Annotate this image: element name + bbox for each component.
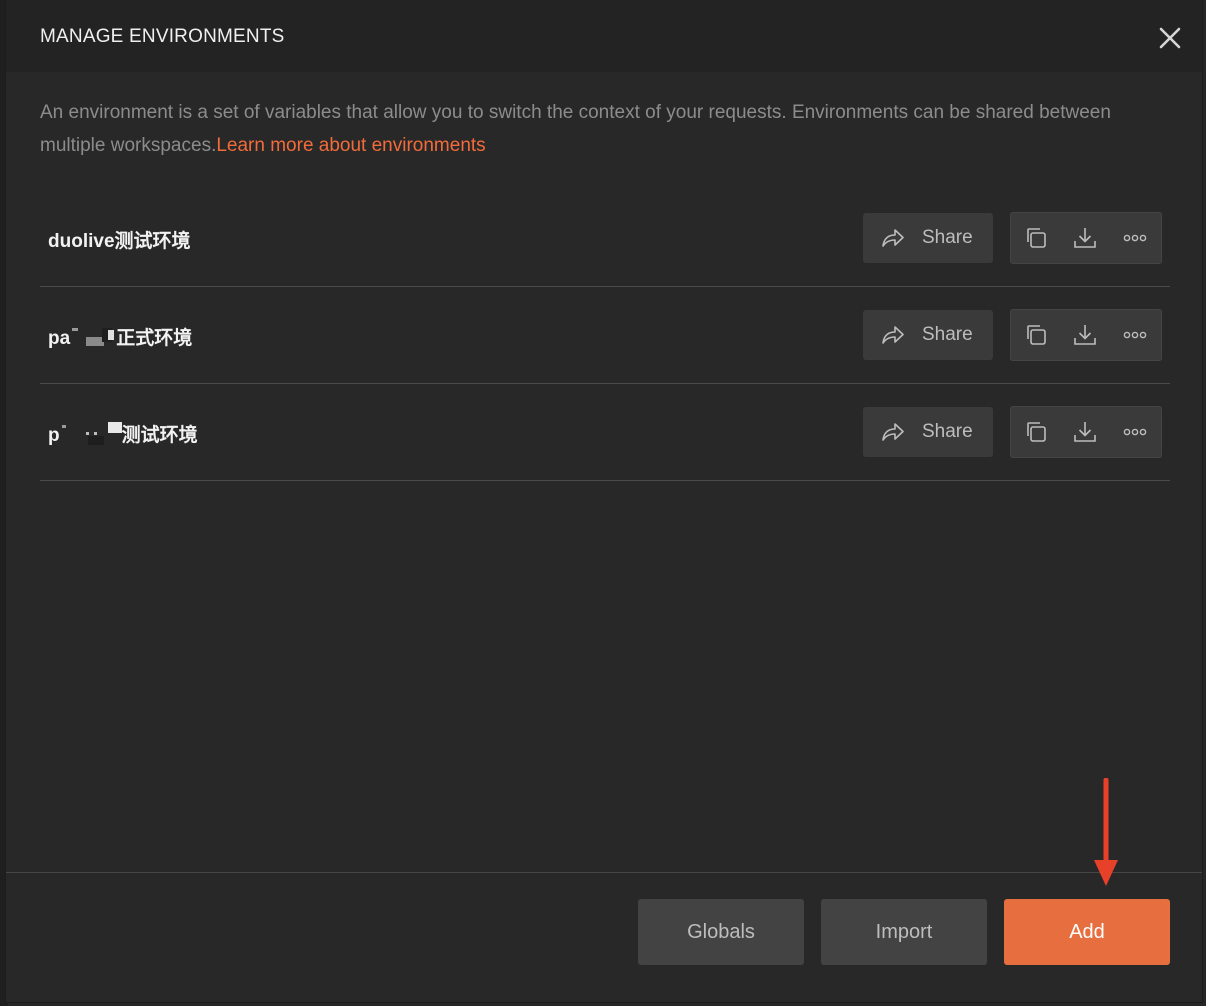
share-icon [880,225,906,251]
environment-actions [1010,309,1162,361]
environment-actions [1010,406,1162,458]
environment-list: duolive测试环境 Share pa 正式环境 Share p 测试环境 S… [40,190,1170,481]
share-icon [880,322,906,348]
more-icon[interactable] [1122,322,1148,348]
share-label: Share [922,227,973,248]
copy-icon[interactable] [1023,322,1049,348]
modal-header: MANAGE ENVIRONMENTS [6,0,1202,72]
footer-divider [6,872,1202,873]
more-icon[interactable] [1122,225,1148,251]
globals-button[interactable]: Globals [638,899,804,965]
manage-environments-modal: MANAGE ENVIRONMENTS An environment is a … [6,0,1202,1002]
environment-name[interactable]: p 测试环境 [48,420,198,452]
description-body: An environment is a set of variables tha… [40,102,1111,156]
environment-name-suffix: 测试环境 [121,425,198,447]
import-button[interactable]: Import [821,899,987,965]
environment-name-suffix: 正式环境 [116,328,193,349]
download-icon[interactable] [1072,225,1098,251]
download-icon[interactable] [1072,322,1098,348]
redacted-text [60,420,122,452]
modal-title: MANAGE ENVIRONMENTS [40,26,285,47]
download-icon[interactable] [1072,419,1098,445]
environment-name-text: duolive测试环境 [48,231,191,252]
environment-actions [1010,212,1162,264]
environment-row: pa 正式环境 Share [40,287,1170,384]
environment-name-prefix: pa [48,328,71,349]
share-label: Share [922,324,973,345]
redacted-text [70,325,116,353]
environment-name-prefix: p [48,425,60,447]
description-text: An environment is a set of variables tha… [40,96,1170,162]
annotation-arrow [1094,778,1118,886]
learn-more-link[interactable]: Learn more about environments [216,135,485,156]
more-icon[interactable] [1122,419,1148,445]
share-label: Share [922,421,973,442]
environment-name[interactable]: duolive测试环境 [48,226,191,253]
share-button[interactable]: Share [863,310,993,360]
close-button[interactable] [1154,22,1186,54]
share-button[interactable]: Share [863,407,993,457]
environment-row: duolive测试环境 Share [40,190,1170,287]
share-icon [880,419,906,445]
add-button[interactable]: Add [1004,899,1170,965]
environment-row: p 测试环境 Share [40,384,1170,481]
copy-icon[interactable] [1023,419,1049,445]
share-button[interactable]: Share [863,213,993,263]
copy-icon[interactable] [1023,225,1049,251]
environment-name[interactable]: pa 正式环境 [48,323,192,353]
close-icon [1159,27,1181,49]
